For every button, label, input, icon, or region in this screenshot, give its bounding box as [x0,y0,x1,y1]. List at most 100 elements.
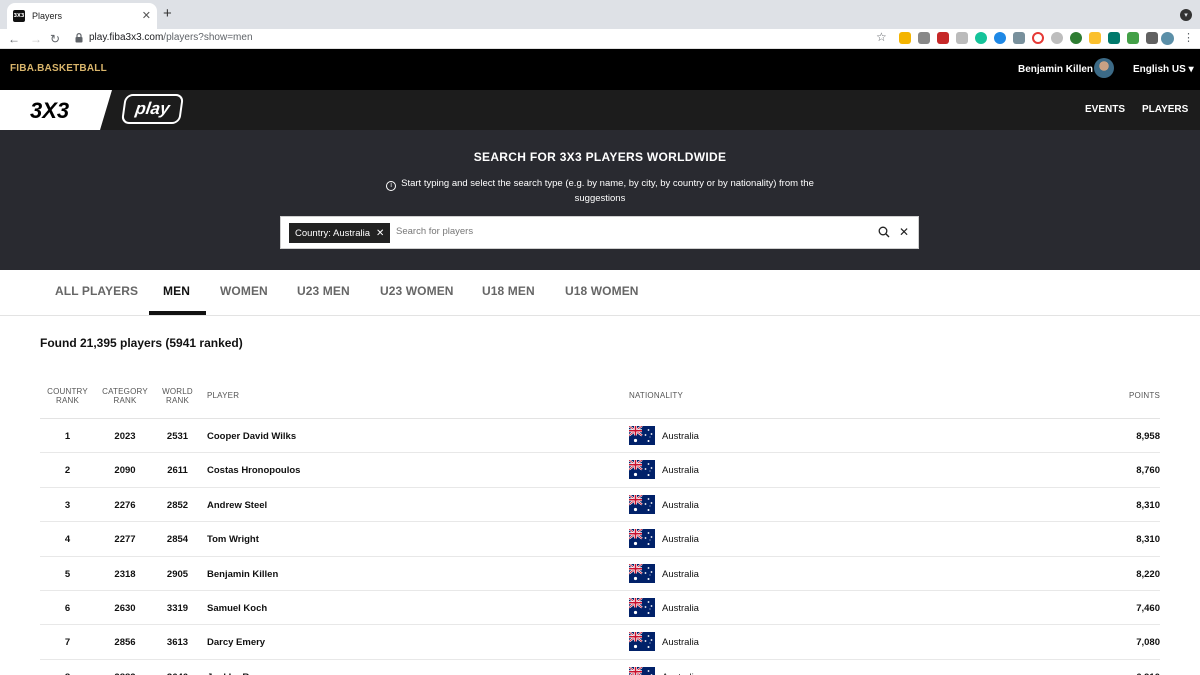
nationality: Australia [662,602,699,614]
player-name[interactable]: Andrew Steel [207,500,267,511]
col-world-rank[interactable]: WORLD RANK [155,387,200,405]
table-row[interactable]: 1 2023 2531 Cooper David Wilks Australia… [40,419,1160,454]
col-points[interactable]: POINTS [1129,391,1160,400]
points: 8,310 [1136,534,1160,546]
table-row[interactable]: 4 2277 2854 Tom Wright Australia 8,310 [40,522,1160,557]
table-row[interactable]: 3 2276 2852 Andrew Steel Australia 8,310 [40,488,1160,523]
points: 8,760 [1136,465,1160,477]
category-rank: 2023 [114,431,136,442]
evernote-icon[interactable] [1070,32,1082,44]
country-rank: 1 [64,431,71,442]
lock-icon [75,33,83,43]
reload-icon[interactable]: ↻ [50,31,60,47]
drive-icon[interactable] [899,32,911,44]
country-rank: 4 [64,534,71,546]
col-nationality[interactable]: NATIONALITY [629,391,683,400]
search-hero: SEARCH FOR 3X3 PLAYERS WORLDWIDE i Start … [0,130,1200,270]
browser-tab[interactable]: 3X3 Players ✕ [7,3,157,29]
logo-3x3-text: 3X3 [30,98,69,123]
extension-arrow-icon[interactable] [1127,32,1139,44]
extension-circle-icon[interactable] [1032,32,1044,44]
australia-flag-icon [629,529,655,549]
browser-profile-avatar[interactable] [1161,32,1174,45]
nav-players[interactable]: PLAYERS [1142,104,1188,115]
fiba-logo[interactable]: FIBA.BASKETBALL [10,63,107,74]
play-logo[interactable]: play [120,94,185,124]
close-icon[interactable]: ✕ [899,225,909,239]
country-rank: 5 [64,568,71,580]
extension-yellow-icon[interactable] [1089,32,1101,44]
extension-blue-icon[interactable] [994,32,1006,44]
nationality: Australia [662,431,699,442]
col-country-rank-line1: COUNTRY [47,387,88,396]
star-icon[interactable]: ☆ [876,30,887,44]
player-name[interactable]: Costas Hronopoulos [207,465,300,476]
nationality: Australia [662,568,699,580]
language-selector[interactable]: English US ▾ [1133,64,1194,75]
points: 8,220 [1136,568,1160,580]
search-icon[interactable] [878,226,890,238]
australia-flag-icon [629,494,655,514]
player-name[interactable]: Darcy Emery [207,637,265,648]
grammarly-icon[interactable] [975,32,987,44]
tab-u18-women[interactable]: U18 WOMEN [565,284,639,298]
back-icon[interactable]: ← [8,31,20,47]
extension-k-icon[interactable] [956,32,968,44]
hero-hint-text: Start typing and select the search type … [401,178,814,204]
language-label: English US [1133,64,1186,75]
browser-tabstrip: 3X3 Players ✕ + ▾ [0,0,1200,29]
logo-3x3[interactable]: 3X3 [0,90,112,130]
extensions-puzzle-icon[interactable] [1146,32,1158,44]
extension-k2-icon[interactable] [1051,32,1063,44]
forward-icon[interactable]: → [30,31,42,47]
category-rank: 2856 [114,637,136,649]
player-name[interactable]: Tom Wright [207,534,259,545]
col-world-rank-line2: RANK [165,396,190,405]
extension-red-icon[interactable] [937,32,949,44]
tab-u18-men[interactable]: U18 MEN [482,284,535,298]
extension-grey-icon[interactable] [1013,32,1025,44]
nationality: Australia [662,534,699,546]
chip-remove-icon[interactable]: ✕ [376,228,384,239]
player-name[interactable]: Samuel Koch [207,603,267,614]
category-rank: 2090 [114,465,136,477]
table-row[interactable]: 8 2882 3646 Joel Le Roux Australia 6,910 [40,660,1160,675]
country-rank: 6 [64,602,71,614]
user-name[interactable]: Benjamin Killen [1018,64,1093,75]
filter-chip-label: Country: Australia [295,227,370,239]
copy-extension-icon[interactable] [918,32,930,44]
address-bar[interactable]: play.fiba3x3.com/players?show=men [89,32,253,43]
tab-u23-women[interactable]: U23 WOMEN [380,284,454,298]
col-player[interactable]: PLAYER [207,391,239,400]
browser-menu-icon[interactable]: ⋮ [1183,31,1194,44]
tab-search-icon[interactable]: ▾ [1180,9,1192,21]
tab-close-icon[interactable]: ✕ [142,10,151,22]
tab-all-players[interactable]: ALL PLAYERS [55,284,138,298]
filter-chip-country[interactable]: Country: Australia ✕ [289,223,391,243]
search-input[interactable] [396,226,856,237]
brand-bar: 3X3 play EVENTS PLAYERS [0,90,1200,130]
table-row[interactable]: 5 2318 2905 Benjamin Killen Australia 8,… [40,557,1160,591]
active-tab-indicator [149,311,206,315]
avatar[interactable] [1094,58,1114,78]
category-rank: 2318 [114,568,136,580]
player-name[interactable]: Benjamin Killen [207,569,278,580]
player-name[interactable]: Cooper David Wilks [207,431,296,442]
table-row[interactable]: 2 2090 2611 Costas Hronopoulos Australia… [40,453,1160,488]
australia-flag-icon [629,632,655,652]
world-rank: 2854 [166,534,189,546]
world-rank: 2531 [166,431,189,442]
country-rank: 7 [64,637,71,649]
extension-green-icon[interactable] [1108,32,1120,44]
table-row[interactable]: 6 2630 3319 Samuel Koch Australia 7,460 [40,591,1160,626]
tab-men[interactable]: MEN [163,284,190,298]
points: 7,080 [1136,637,1160,649]
table-row[interactable]: 7 2856 3613 Darcy Emery Australia 7,080 [40,625,1160,660]
tab-u23-men[interactable]: U23 MEN [297,284,350,298]
tab-women[interactable]: WOMEN [220,284,268,298]
col-category-rank[interactable]: CATEGORY RANK [97,387,153,405]
chevron-down-icon: ▾ [1188,64,1194,75]
col-country-rank[interactable]: COUNTRY RANK [40,387,95,405]
nav-events[interactable]: EVENTS [1085,104,1125,115]
new-tab-icon[interactable]: + [163,6,172,21]
